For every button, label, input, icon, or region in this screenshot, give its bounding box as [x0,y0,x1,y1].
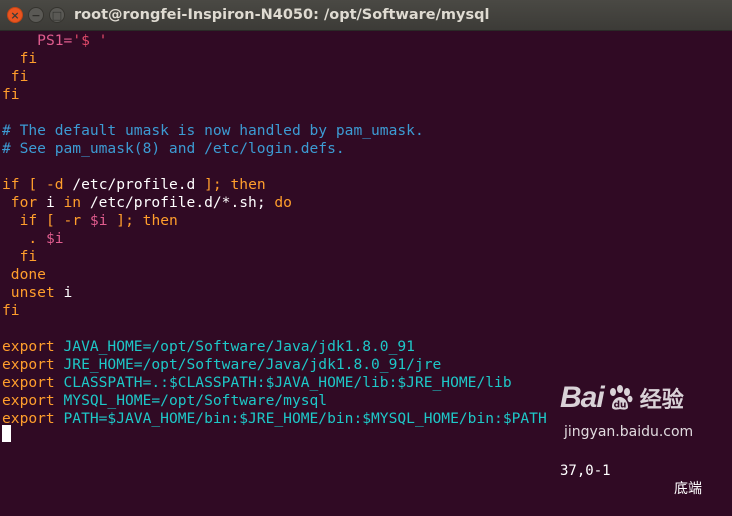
watermark-url: jingyan.baidu.com [564,424,694,440]
code-line: # See pam_umask(8) and /etc/login.defs. [2,140,345,158]
baidu-paw-icon: du [609,385,633,411]
code-line: export PATH=$JAVA_HOME/bin:$JRE_HOME/bin… [2,410,547,428]
title-bar: × − □ root@rongfei-Inspiron-N4050: /opt/… [0,0,732,31]
code-line: export CLASSPATH=.:$CLASSPATH:$JAVA_HOME… [2,374,512,392]
vim-status-line: 37,0-1 底端 [557,444,732,497]
code-line: fi [2,302,20,320]
code-token: fi [2,302,20,319]
code-token: do [274,194,292,211]
code-line: export JRE_HOME=/opt/Software/Java/jdk1.… [2,356,441,374]
code-token: export [2,374,55,391]
code-line: export MYSQL_HOME=/opt/Software/mysql [2,392,327,410]
window-title: root@rongfei-Inspiron-N4050: /opt/Softwa… [74,7,490,23]
maximize-button[interactable]: □ [49,7,65,23]
code-token: done [10,266,46,283]
code-token: MYSQL_HOME=/opt/Software/mysql [54,392,328,409]
code-token: '$ ' [72,32,108,49]
code-token: JAVA_HOME=/opt/Software/Java/jdk1.8.0_91 [54,338,415,355]
code-line: fi [2,248,38,266]
code-token: fi [19,50,38,67]
close-icon: × [10,8,20,22]
code-token: fi [2,86,20,103]
code-token: -r [63,212,82,229]
code-line: done [2,266,46,284]
code-token: [ [45,212,55,229]
code-token: if [19,212,38,229]
maximize-icon: □ [51,8,63,22]
code-token: fi [19,248,38,265]
code-token: export [2,356,55,373]
code-token: in [63,194,82,211]
code-token: # The default umask is now handled by pa… [2,122,424,139]
code-token: for [10,194,38,211]
code-token: /etc/profile.d/*.sh; [81,194,275,211]
code-token: PATH=$JAVA_HOME/bin:$JRE_HOME/bin:$MYSQL… [54,410,547,427]
svg-text:du: du [613,401,626,411]
code-token: if [2,176,20,193]
cursor-position: 37,0-1 [560,463,611,479]
minimize-button[interactable]: − [28,7,44,23]
code-token: PS1= [37,32,73,49]
code-line: PS1='$ ' [2,32,107,50]
code-token: . [28,230,38,247]
code-token: then [142,212,178,229]
text-cursor [2,425,11,442]
code-line: if [ -r $i ]; then [2,212,178,230]
code-line: fi [2,86,20,104]
code-token: # See pam_umask(8) and /etc/login.defs. [2,140,345,157]
baidu-jingyan-watermark: Bai du 经验 jingyan.baidu.com [560,380,730,442]
code-line: fi [2,50,38,68]
code-token: i [37,194,64,211]
watermark-logo: Bai du 经验 [560,380,684,416]
code-token: ]; [204,176,222,193]
code-token: fi [10,68,29,85]
code-token: JRE_HOME=/opt/Software/Java/jdk1.8.0_91/… [54,356,442,373]
code-token: /etc/profile.d [63,176,205,193]
code-token: export [2,338,55,355]
code-line: . $i [2,230,64,248]
code-token: ]; [116,212,134,229]
code-line: unset i [2,284,73,302]
code-line: export JAVA_HOME=/opt/Software/Java/jdk1… [2,338,415,356]
close-button[interactable]: × [7,7,23,23]
scroll-indicator: 底端 [674,481,702,497]
minimize-icon: − [31,8,41,22]
watermark-jingyan-text: 经验 [639,388,684,413]
code-line: fi [2,68,29,86]
code-token: $i [89,212,108,229]
code-token: -d [45,176,64,193]
watermark-logo-text: Bai [560,381,605,414]
code-line: for i in /etc/profile.d/*.sh; do [2,194,292,212]
code-token: [ [28,176,38,193]
code-token: $i [45,230,64,247]
code-line: # The default umask is now handled by pa… [2,122,424,140]
terminal-window: × − □ root@rongfei-Inspiron-N4050: /opt/… [0,0,732,497]
code-token: unset [10,284,55,301]
code-token: CLASSPATH=.:$CLASSPATH:$JAVA_HOME/lib:$J… [54,374,512,391]
code-line: if [ -d /etc/profile.d ]; then [2,176,266,194]
code-token: then [230,176,266,193]
code-token: i [54,284,73,301]
code-token: export [2,392,55,409]
